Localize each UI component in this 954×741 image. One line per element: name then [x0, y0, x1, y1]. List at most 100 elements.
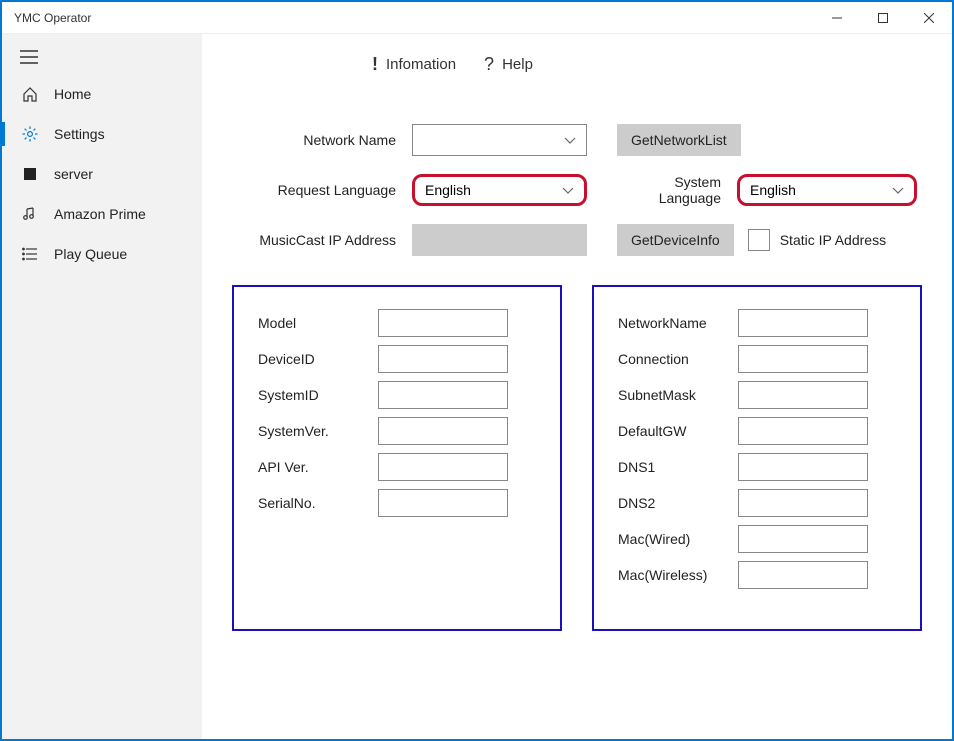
chevron-down-icon: [562, 182, 574, 198]
sidebar-item-label: Settings: [54, 126, 105, 142]
get-network-list-button[interactable]: GetNetworkList: [617, 124, 741, 156]
systemver-output: [378, 417, 508, 445]
field-label: DNS1: [618, 459, 738, 475]
sidebar-item-server[interactable]: server: [2, 154, 202, 194]
sidebar-item-label: Play Queue: [54, 246, 127, 262]
field-label: SystemVer.: [258, 423, 378, 439]
info-panels: Model DeviceID SystemID SystemVer. API V…: [232, 285, 922, 631]
minimize-button[interactable]: [814, 2, 860, 34]
sidebar-item-settings[interactable]: Settings: [2, 114, 202, 154]
field-label: Connection: [618, 351, 738, 367]
device-info-panel: Model DeviceID SystemID SystemVer. API V…: [232, 285, 562, 631]
panel-row: DeviceID: [258, 341, 536, 377]
window-controls: [814, 2, 952, 34]
panel-row: Mac(Wired): [618, 521, 896, 557]
tab-label: Infomation: [386, 56, 456, 73]
field-label: SerialNo.: [258, 495, 378, 511]
static-ip-label: Static IP Address: [780, 232, 886, 248]
network-name-dropdown[interactable]: [412, 124, 587, 156]
musiccast-ip-label: MusicCast IP Address: [232, 232, 412, 248]
window-title: YMC Operator: [2, 11, 814, 25]
sidebar-item-label: Amazon Prime: [54, 206, 146, 222]
form-area: Network Name GetNetworkList Request Lang…: [232, 95, 922, 265]
tab-help[interactable]: ? Help: [484, 54, 533, 75]
defaultgw-output: [738, 417, 868, 445]
network-info-panel: NetworkName Connection SubnetMask Defaul…: [592, 285, 922, 631]
panel-row: DefaultGW: [618, 413, 896, 449]
sidebar-item-label: server: [54, 166, 93, 182]
field-label: NetworkName: [618, 315, 738, 331]
app-window: YMC Operator Home: [0, 0, 954, 741]
home-icon: [20, 86, 40, 102]
panel-row: Connection: [618, 341, 896, 377]
apiver-output: [378, 453, 508, 481]
macwired-output: [738, 525, 868, 553]
chevron-down-icon: [892, 182, 904, 198]
request-language-dropdown[interactable]: English: [412, 174, 587, 206]
info-icon: !: [372, 54, 378, 75]
list-icon: [20, 247, 40, 261]
systemid-output: [378, 381, 508, 409]
close-button[interactable]: [906, 2, 952, 34]
sidebar-item-label: Home: [54, 86, 91, 102]
musiccast-ip-input: [412, 224, 587, 256]
button-label: GetDeviceInfo: [631, 232, 720, 248]
hamburger-button[interactable]: [2, 40, 202, 74]
top-tabs: ! Infomation ? Help: [232, 44, 922, 95]
network-name-label: Network Name: [232, 132, 412, 148]
panel-row: Mac(Wireless): [618, 557, 896, 593]
panel-row: SubnetMask: [618, 377, 896, 413]
field-label: Mac(Wired): [618, 531, 738, 547]
panel-row: SystemVer.: [258, 413, 536, 449]
sidebar-item-play-queue[interactable]: Play Queue: [2, 234, 202, 274]
panel-row: NetworkName: [618, 305, 896, 341]
networkname-output: [738, 309, 868, 337]
dns2-output: [738, 489, 868, 517]
subnetmask-output: [738, 381, 868, 409]
button-label: GetNetworkList: [631, 132, 727, 148]
field-label: DefaultGW: [618, 423, 738, 439]
server-icon: [20, 167, 40, 181]
tab-information[interactable]: ! Infomation: [372, 54, 456, 75]
app-body: Home Settings server Amazon Prime: [2, 34, 952, 739]
panel-row: SerialNo.: [258, 485, 536, 521]
connection-output: [738, 345, 868, 373]
sidebar-item-home[interactable]: Home: [2, 74, 202, 114]
deviceid-output: [378, 345, 508, 373]
field-label: DeviceID: [258, 351, 378, 367]
field-label: SubnetMask: [618, 387, 738, 403]
field-label: Model: [258, 315, 378, 331]
row-network-name: Network Name GetNetworkList: [232, 115, 922, 165]
system-language-dropdown[interactable]: English: [737, 174, 917, 206]
field-label: Mac(Wireless): [618, 567, 738, 583]
chevron-down-icon: [564, 132, 576, 148]
row-ip: MusicCast IP Address GetDeviceInfo Stati…: [232, 215, 922, 265]
field-label: API Ver.: [258, 459, 378, 475]
panel-row: DNS2: [618, 485, 896, 521]
help-icon: ?: [484, 54, 494, 75]
system-language-value: English: [750, 182, 796, 198]
request-language-value: English: [425, 182, 471, 198]
gear-icon: [20, 126, 40, 142]
request-language-label: Request Language: [232, 182, 412, 198]
system-language-label: System Language: [617, 174, 737, 206]
panel-row: API Ver.: [258, 449, 536, 485]
row-language: Request Language English System Language…: [232, 165, 922, 215]
sidebar-item-amazon-prime[interactable]: Amazon Prime: [2, 194, 202, 234]
sidebar: Home Settings server Amazon Prime: [2, 34, 202, 739]
dns1-output: [738, 453, 868, 481]
maximize-button[interactable]: [860, 2, 906, 34]
static-ip-checkbox[interactable]: [748, 229, 770, 251]
get-device-info-button[interactable]: GetDeviceInfo: [617, 224, 734, 256]
serialno-output: [378, 489, 508, 517]
field-label: SystemID: [258, 387, 378, 403]
main-content: ! Infomation ? Help Network Name: [202, 34, 952, 739]
field-label: DNS2: [618, 495, 738, 511]
title-bar: YMC Operator: [2, 2, 952, 34]
music-icon: [20, 206, 40, 222]
panel-row: SystemID: [258, 377, 536, 413]
macwireless-output: [738, 561, 868, 589]
panel-row: DNS1: [618, 449, 896, 485]
panel-row: Model: [258, 305, 536, 341]
model-output: [378, 309, 508, 337]
